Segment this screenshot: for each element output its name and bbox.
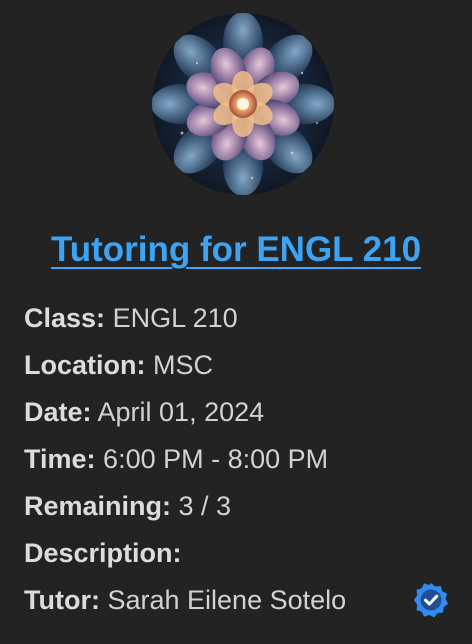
location-label: Location:	[24, 350, 146, 380]
flower-fractal-image	[152, 13, 334, 195]
location-row: Location: MSC	[24, 348, 213, 382]
description-row: Description:	[24, 536, 182, 570]
time-row: Time: 6:00 PM - 8:00 PM	[24, 442, 328, 476]
remaining-value: 3 / 3	[178, 491, 232, 521]
remaining-row: Remaining: 3 / 3	[24, 489, 231, 523]
class-row: Class: ENGL 210	[24, 301, 238, 335]
verified-check-icon[interactable]	[412, 581, 450, 619]
date-label: Date:	[24, 397, 92, 427]
avatar	[152, 13, 334, 195]
time-value: 6:00 PM - 8:00 PM	[103, 444, 329, 474]
date-row: Date: April 01, 2024	[24, 395, 264, 429]
tutor-label: Tutor:	[24, 585, 100, 615]
location-value: MSC	[153, 350, 214, 380]
tutor-row: Tutor: Sarah Eilene Sotelo	[24, 583, 346, 617]
session-title-link[interactable]: Tutoring for ENGL 210	[0, 230, 472, 270]
time-label: Time:	[24, 444, 96, 474]
remaining-label: Remaining:	[24, 491, 172, 521]
class-label: Class:	[24, 303, 106, 333]
description-label: Description:	[24, 538, 182, 568]
date-value: April 01, 2024	[97, 397, 265, 427]
class-value: ENGL 210	[112, 303, 238, 333]
tutor-name: Sarah Eilene Sotelo	[107, 585, 347, 615]
